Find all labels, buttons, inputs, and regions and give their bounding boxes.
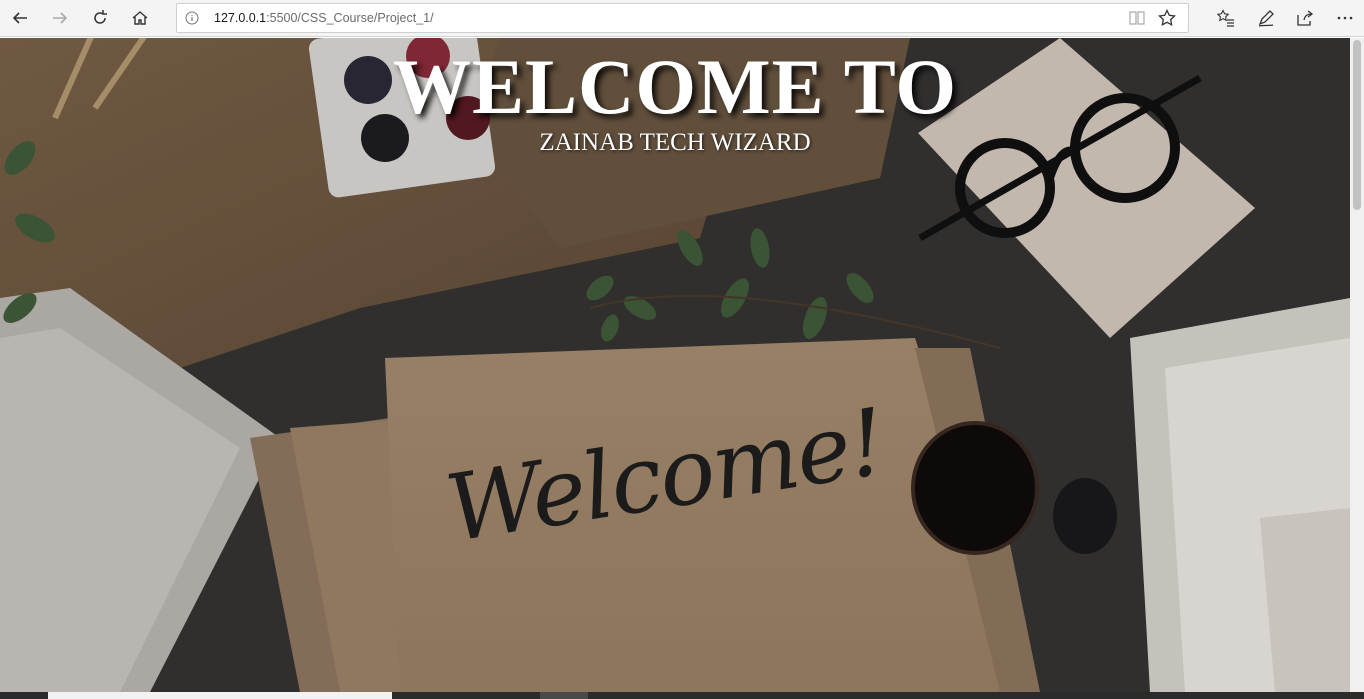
more-button[interactable] — [1329, 4, 1361, 32]
url-path: :5500/CSS_Course/Project_1/ — [266, 11, 434, 25]
share-button[interactable] — [1289, 4, 1321, 32]
back-icon — [12, 12, 27, 24]
refresh-icon — [94, 10, 107, 24]
bottom-strip-segment — [540, 692, 588, 699]
pen-icon — [1258, 10, 1274, 27]
browser-toolbar: 127.0.0.1:5500/CSS_Course/Project_1/ — [0, 0, 1364, 37]
reading-view-icon[interactable] — [1128, 10, 1146, 26]
url-host: 127.0.0.1 — [214, 11, 267, 25]
info-icon[interactable] — [185, 11, 199, 25]
back-button[interactable] — [4, 4, 36, 32]
bottom-edge-strip — [0, 692, 1364, 699]
url-text[interactable]: 127.0.0.1:5500/CSS_Course/Project_1/ — [214, 11, 434, 25]
scrollbar-thumb[interactable] — [1353, 40, 1361, 210]
bottom-strip-segment — [48, 692, 392, 699]
home-icon — [132, 11, 148, 25]
refresh-button[interactable] — [84, 4, 116, 32]
vertical-scrollbar[interactable] — [1350, 38, 1364, 692]
page-subtitle: ZAINAB TECH WIZARD — [539, 129, 811, 156]
page-viewport: Welcome! WELCOME TO ZAINAB TECH WIZARD — [0, 38, 1350, 692]
forward-icon — [53, 12, 68, 24]
address-bar[interactable]: 127.0.0.1:5500/CSS_Course/Project_1/ — [176, 3, 1189, 33]
favorites-list-button[interactable] — [1210, 4, 1242, 32]
forward-button[interactable] — [44, 4, 76, 32]
page-title: WELCOME TO — [392, 43, 958, 130]
home-button[interactable] — [124, 4, 156, 32]
more-icon — [1337, 16, 1353, 20]
share-icon — [1297, 10, 1314, 26]
favorite-star-icon[interactable] — [1158, 9, 1176, 27]
favorites-list-icon — [1217, 9, 1234, 27]
pen-button[interactable] — [1250, 4, 1282, 32]
